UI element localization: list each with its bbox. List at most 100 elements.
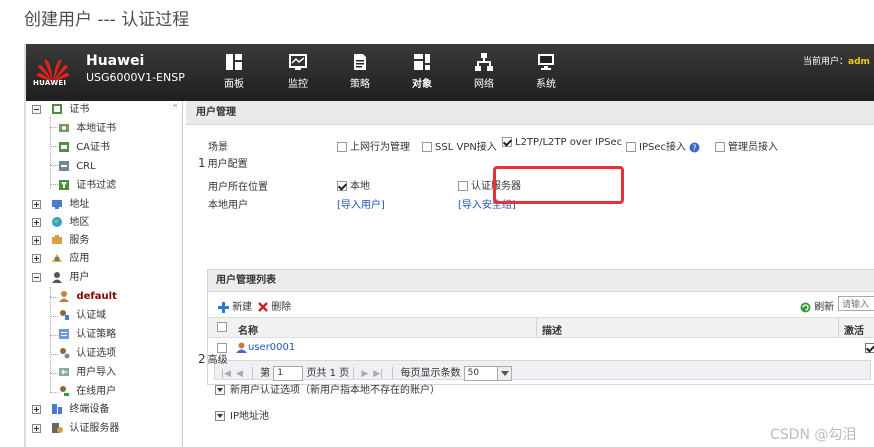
sidebar-item-label: CRL	[76, 161, 96, 172]
expand-toggle-icon[interactable]	[32, 253, 41, 263]
sidebar-item-default[interactable]: default	[58, 288, 117, 306]
expand-toggle-icon[interactable]	[32, 199, 41, 209]
checkbox[interactable]	[626, 142, 636, 152]
sidebar-item-ca-cert[interactable]: CA证书	[58, 139, 110, 157]
checkbox[interactable]	[337, 181, 347, 191]
expand-toggle-icon[interactable]	[32, 235, 41, 245]
checkbox[interactable]	[502, 137, 512, 147]
user-list-grid: 用户管理列表 新建 删除 刷新 名称 描述 激活	[207, 269, 874, 385]
nav-label: 策略	[350, 79, 370, 90]
sidebar-item-label: 认证域	[76, 310, 107, 321]
row-user-name[interactable]: user0001	[248, 342, 295, 353]
object-icon	[414, 54, 430, 70]
sidebar-item-user[interactable]: 用户	[32, 269, 89, 287]
certificate-icon	[52, 104, 63, 114]
per-page-select[interactable]: 50	[463, 365, 512, 381]
sidebar-item-user-import[interactable]: 用户导入	[58, 364, 116, 382]
chevron-down-icon	[496, 366, 511, 380]
sidebar-item-label: 应用	[69, 253, 90, 264]
sidebar-item-local-cert[interactable]: 本地证书	[58, 120, 116, 138]
prev-page-icon[interactable]: ◀	[236, 369, 243, 379]
sidebar-item-auth-option[interactable]: 认证选项	[58, 345, 116, 363]
page-number-input[interactable]: 1	[273, 365, 304, 381]
new-button[interactable]: 新建	[218, 298, 252, 313]
sidebar: « 证书 本地证书 CA证书 CRL 证书过滤 地址 地区 服务 应用 用户 d…	[26, 101, 183, 447]
section-title: 用户配置	[207, 159, 248, 170]
per-page-value: 50	[467, 367, 480, 378]
select-all-checkbox[interactable]	[217, 322, 227, 332]
sidebar-item-service[interactable]: 服务	[32, 232, 89, 250]
scene-option-ipsec[interactable]: IPSec接入 ?	[626, 138, 700, 153]
location-local-option[interactable]: 本地	[337, 177, 370, 192]
nav-monitor[interactable]: 监控	[278, 52, 318, 90]
expand-toggle-icon[interactable]	[32, 404, 41, 414]
nav-label: 系统	[536, 79, 556, 90]
sidebar-item-label: 证书过滤	[76, 180, 117, 191]
sidebar-item-cert-filter[interactable]: 证书过滤	[58, 177, 116, 195]
sidebar-item-certificate[interactable]: 证书	[32, 101, 89, 119]
sidebar-item-auth-policy[interactable]: 认证策略	[58, 326, 116, 344]
advanced-ip-pool[interactable]: IP地址池	[215, 407, 269, 422]
application-icon	[52, 254, 63, 262]
refresh-button[interactable]: 刷新	[800, 298, 834, 313]
nav-object[interactable]: 对象	[402, 52, 442, 90]
sidebar-item-auth-domain[interactable]: 认证域	[58, 307, 106, 325]
scene-option-l2tp[interactable]: L2TP/L2TP over IPSec	[502, 137, 625, 148]
last-page-icon[interactable]: ▶|	[373, 369, 383, 379]
sidebar-item-terminal-device[interactable]: 终端设备	[32, 401, 109, 419]
sidebar-item-region[interactable]: 地区	[32, 214, 89, 232]
scene-option-online-behavior[interactable]: 上网行为管理	[337, 138, 410, 153]
sidebar-item-address[interactable]: 地址	[32, 196, 89, 214]
grid-title: 用户管理列表	[208, 270, 874, 292]
expand-toggle-icon[interactable]	[32, 423, 41, 433]
checkbox[interactable]	[715, 142, 725, 152]
checkbox[interactable]	[458, 181, 468, 191]
checkbox[interactable]	[422, 142, 432, 152]
user-icon	[236, 342, 247, 353]
nav-label: 对象	[412, 79, 432, 90]
first-page-icon[interactable]: |◀	[221, 369, 231, 379]
policy-icon	[354, 54, 366, 70]
column-active[interactable]: 激活	[844, 322, 864, 337]
current-user-name[interactable]: adm	[848, 57, 870, 67]
checkbox[interactable]	[337, 142, 347, 152]
sidebar-item-crl[interactable]: CRL	[58, 158, 96, 176]
nav-label: 网络	[474, 79, 494, 90]
sidebar-item-auth-server[interactable]: 认证服务器	[32, 420, 119, 438]
import-user-link[interactable]: [导入用户]	[337, 196, 385, 211]
ca-cert-icon	[59, 142, 69, 152]
collapse-sidebar-icon[interactable]: «	[172, 101, 178, 111]
section-user-config: 1 用户配置	[198, 155, 248, 170]
delete-button[interactable]: 删除	[258, 298, 291, 313]
scene-option-ssl-vpn[interactable]: SSL VPN接入	[422, 138, 497, 153]
column-description[interactable]: 描述	[542, 322, 562, 337]
sidebar-item-label: 服务	[69, 235, 90, 246]
nav-system[interactable]: 系统	[526, 52, 566, 90]
column-name[interactable]: 名称	[238, 322, 258, 337]
expand-dropdown-icon[interactable]	[215, 385, 225, 395]
table-row[interactable]: user0001	[208, 338, 874, 358]
expand-dropdown-icon[interactable]	[215, 411, 225, 421]
sidebar-item-online-user[interactable]: 在线用户	[58, 383, 116, 401]
nav-dashboard[interactable]: 面板	[214, 52, 254, 90]
sidebar-item-label: 证书	[69, 104, 90, 115]
scene-option-label: 管理员接入	[728, 142, 778, 153]
nav-policy[interactable]: 策略	[340, 52, 380, 90]
help-icon[interactable]: ?	[689, 142, 700, 153]
sidebar-item-application[interactable]: 应用	[32, 250, 89, 268]
region-icon	[52, 217, 63, 227]
local-cert-icon	[59, 124, 69, 132]
advanced-new-user-auth[interactable]: 新用户认证选项（新用户指本地不存在的账户）	[215, 381, 440, 396]
expand-toggle-icon[interactable]	[32, 217, 41, 227]
crl-icon	[59, 161, 69, 171]
sidebar-item-label: 在线用户	[76, 386, 117, 397]
next-page-icon[interactable]: ▶	[361, 369, 368, 379]
collapse-toggle-icon[interactable]	[32, 272, 41, 282]
page-title: 创建用户 --- 认证过程	[24, 10, 190, 30]
row-active-checkbox[interactable]	[865, 343, 874, 353]
svg-text:?: ?	[693, 143, 697, 152]
scene-option-admin[interactable]: 管理员接入	[715, 138, 778, 153]
search-input[interactable]	[838, 296, 874, 311]
nav-network[interactable]: 网络	[464, 52, 504, 90]
collapse-toggle-icon[interactable]	[32, 104, 41, 114]
